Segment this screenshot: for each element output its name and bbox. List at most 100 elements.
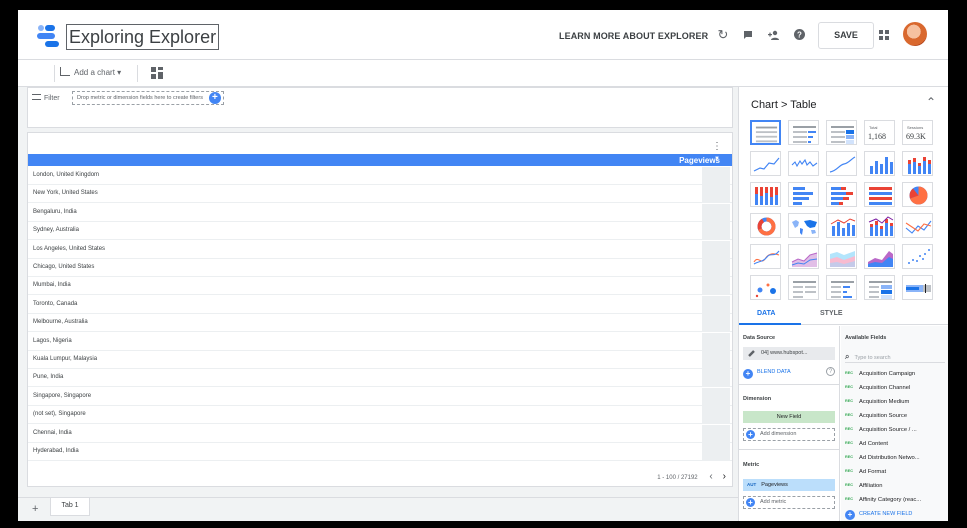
field-item[interactable]: REC Acquisition Channel [845, 380, 947, 394]
chart-type-smoothed-line[interactable] [750, 244, 781, 269]
field-item[interactable]: REC Affinity Category (reac... [845, 492, 947, 506]
table-row[interactable]: Mumbai, India [28, 277, 732, 296]
chart-type-column[interactable] [864, 151, 895, 176]
learn-more-link[interactable]: LEARN MORE ABOUT EXPLORER [559, 31, 708, 41]
table-row[interactable]: Chennai, India [28, 424, 732, 443]
add-metric-button[interactable]: + Add metric [743, 496, 835, 509]
chart-type-combo[interactable] [826, 213, 857, 238]
chart-type-area[interactable] [788, 244, 819, 269]
chart-type-line[interactable] [902, 213, 933, 238]
table-row[interactable]: New York, United States [28, 185, 732, 204]
table-row[interactable]: (not set), Singapore [28, 406, 732, 425]
add-filter-icon[interactable]: + [208, 92, 221, 104]
blend-data-button[interactable]: + BLEND DATA [743, 366, 791, 379]
field-item[interactable]: REC Affiliation [845, 478, 947, 492]
chart-type-donut[interactable] [750, 213, 781, 238]
chart-type-time-series[interactable] [750, 151, 781, 176]
add-tab-button[interactable]: + [32, 503, 38, 515]
chart-type-table-heatmap[interactable] [826, 120, 857, 145]
avatar[interactable] [903, 22, 927, 46]
chart-type-scorecard[interactable]: Total 1,168 [864, 120, 895, 145]
field-item[interactable]: REC Acquisition Source / ... [845, 422, 947, 436]
chart-type-pivot-table-heatmap[interactable] [864, 275, 895, 300]
data-source-chip[interactable]: 04] www.hubspot... [743, 347, 835, 360]
table-row[interactable]: Lagos, Nigeria [28, 332, 732, 351]
chevron-right-icon[interactable]: › [723, 471, 726, 482]
table-row[interactable]: Kuala Lumpur, Malaysia [28, 351, 732, 369]
dimension-chip[interactable]: New Field [743, 411, 835, 423]
table-row[interactable]: Melbourne, Australia [28, 314, 732, 333]
row-value-cell [702, 387, 730, 405]
chart-type-stacked-bar[interactable] [826, 182, 857, 207]
row-label: Toronto, Canada [33, 300, 78, 307]
field-item-label: Ad Format [859, 469, 887, 475]
chart-type-scorecard-compact[interactable]: Sessions 69.3K [902, 120, 933, 145]
more-options-icon[interactable]: ⋮ [712, 141, 722, 152]
row-label: Kuala Lumpur, Malaysia [33, 356, 98, 362]
pencil-icon[interactable] [748, 350, 755, 357]
controls-icon[interactable] [151, 67, 163, 79]
save-button[interactable]: SAVE [818, 22, 874, 49]
tab-1[interactable]: Tab 1 [50, 498, 90, 516]
feedback-icon[interactable] [739, 26, 757, 44]
chart-type-sparkline[interactable] [788, 151, 819, 176]
field-item[interactable]: REC Ad Content [845, 436, 947, 450]
chevron-left-icon[interactable]: ‹ [709, 471, 712, 482]
table-row[interactable]: Bengaluru, India [28, 203, 732, 222]
row-label: London, United Kingdom [33, 172, 100, 178]
add-dimension-button[interactable]: + Add dimension [743, 428, 835, 441]
row-value-cell [702, 185, 730, 203]
chart-type-100-column[interactable] [750, 182, 781, 207]
field-item[interactable]: REC Ad Format [845, 464, 947, 478]
table-row[interactable]: Hyderabad, India [28, 443, 732, 461]
refresh-icon[interactable]: ↻ [714, 26, 732, 44]
field-item[interactable]: REC Acquisition Medium [845, 394, 947, 408]
chart-type-geo-map[interactable] [788, 213, 819, 238]
metric-chip[interactable]: AUT Pageviews [743, 479, 835, 491]
chart-type-100-bar[interactable] [864, 182, 895, 207]
field-item[interactable]: REC Ad Distribution Netwo... [845, 450, 947, 464]
row-value-cell [702, 222, 730, 240]
help-circle-icon[interactable]: ? [826, 367, 835, 376]
chart-type-breadcrumb: Chart > Table [751, 99, 817, 111]
row-value-cell [702, 203, 730, 221]
table-row[interactable]: Sydney, Australia [28, 222, 732, 241]
apps-icon[interactable] [875, 26, 893, 44]
chart-type-stacked-area[interactable] [826, 244, 857, 269]
field-type-badge: REC [845, 413, 854, 417]
filter-drop-zone[interactable]: Drop metric or dimension fields here to … [72, 91, 224, 105]
field-item[interactable]: REC Acquisition Campaign [845, 366, 947, 380]
table-row[interactable]: Los Angeles, United States [28, 240, 732, 259]
chart-type-pie[interactable] [902, 182, 933, 207]
chart-type-bubble[interactable] [750, 275, 781, 300]
chart-type-100-area[interactable] [864, 244, 895, 269]
table-chart[interactable]: ⋮ Pageviews ▼ London, United Kingdom New … [27, 132, 733, 487]
chart-type-pivot-table-bars[interactable] [826, 275, 857, 300]
chart-type-table[interactable] [750, 120, 781, 145]
collapse-chevron-icon[interactable]: ⌃ [926, 95, 936, 109]
chart-type-scatter[interactable] [902, 244, 933, 269]
create-new-field-label: CREATE NEW FIELD [859, 511, 913, 517]
chart-type-stacked-combo[interactable] [864, 213, 895, 238]
metric-label: Metric [743, 462, 760, 468]
tab-data[interactable]: DATA [757, 310, 775, 317]
chart-type-bullet[interactable] [902, 275, 933, 300]
add-chart-button[interactable]: Add a chart ▾ [60, 66, 121, 80]
table-row[interactable]: Pune, India [28, 369, 732, 388]
field-item[interactable]: REC Acquisition Source [845, 408, 947, 422]
create-new-field-button[interactable]: + CREATE NEW FIELD [845, 509, 912, 520]
help-icon[interactable]: ? [790, 26, 808, 44]
chart-type-bar[interactable] [788, 182, 819, 207]
report-title-input[interactable]: Exploring Explorer [66, 24, 220, 50]
table-row[interactable]: London, United Kingdom [28, 167, 732, 185]
chart-type-table-bars[interactable] [788, 120, 819, 145]
tab-style[interactable]: STYLE [820, 310, 843, 317]
field-search-input[interactable]: ⌕ Type to search [845, 351, 945, 363]
chart-type-smoothed-time-series[interactable] [826, 151, 857, 176]
table-row[interactable]: Singapore, Singapore [28, 387, 732, 406]
table-row[interactable]: Chicago, United States [28, 259, 732, 277]
chart-type-stacked-column[interactable] [902, 151, 933, 176]
chart-type-pivot-table[interactable] [788, 275, 819, 300]
table-row[interactable]: Toronto, Canada [28, 295, 732, 314]
add-person-icon[interactable] [765, 26, 783, 44]
